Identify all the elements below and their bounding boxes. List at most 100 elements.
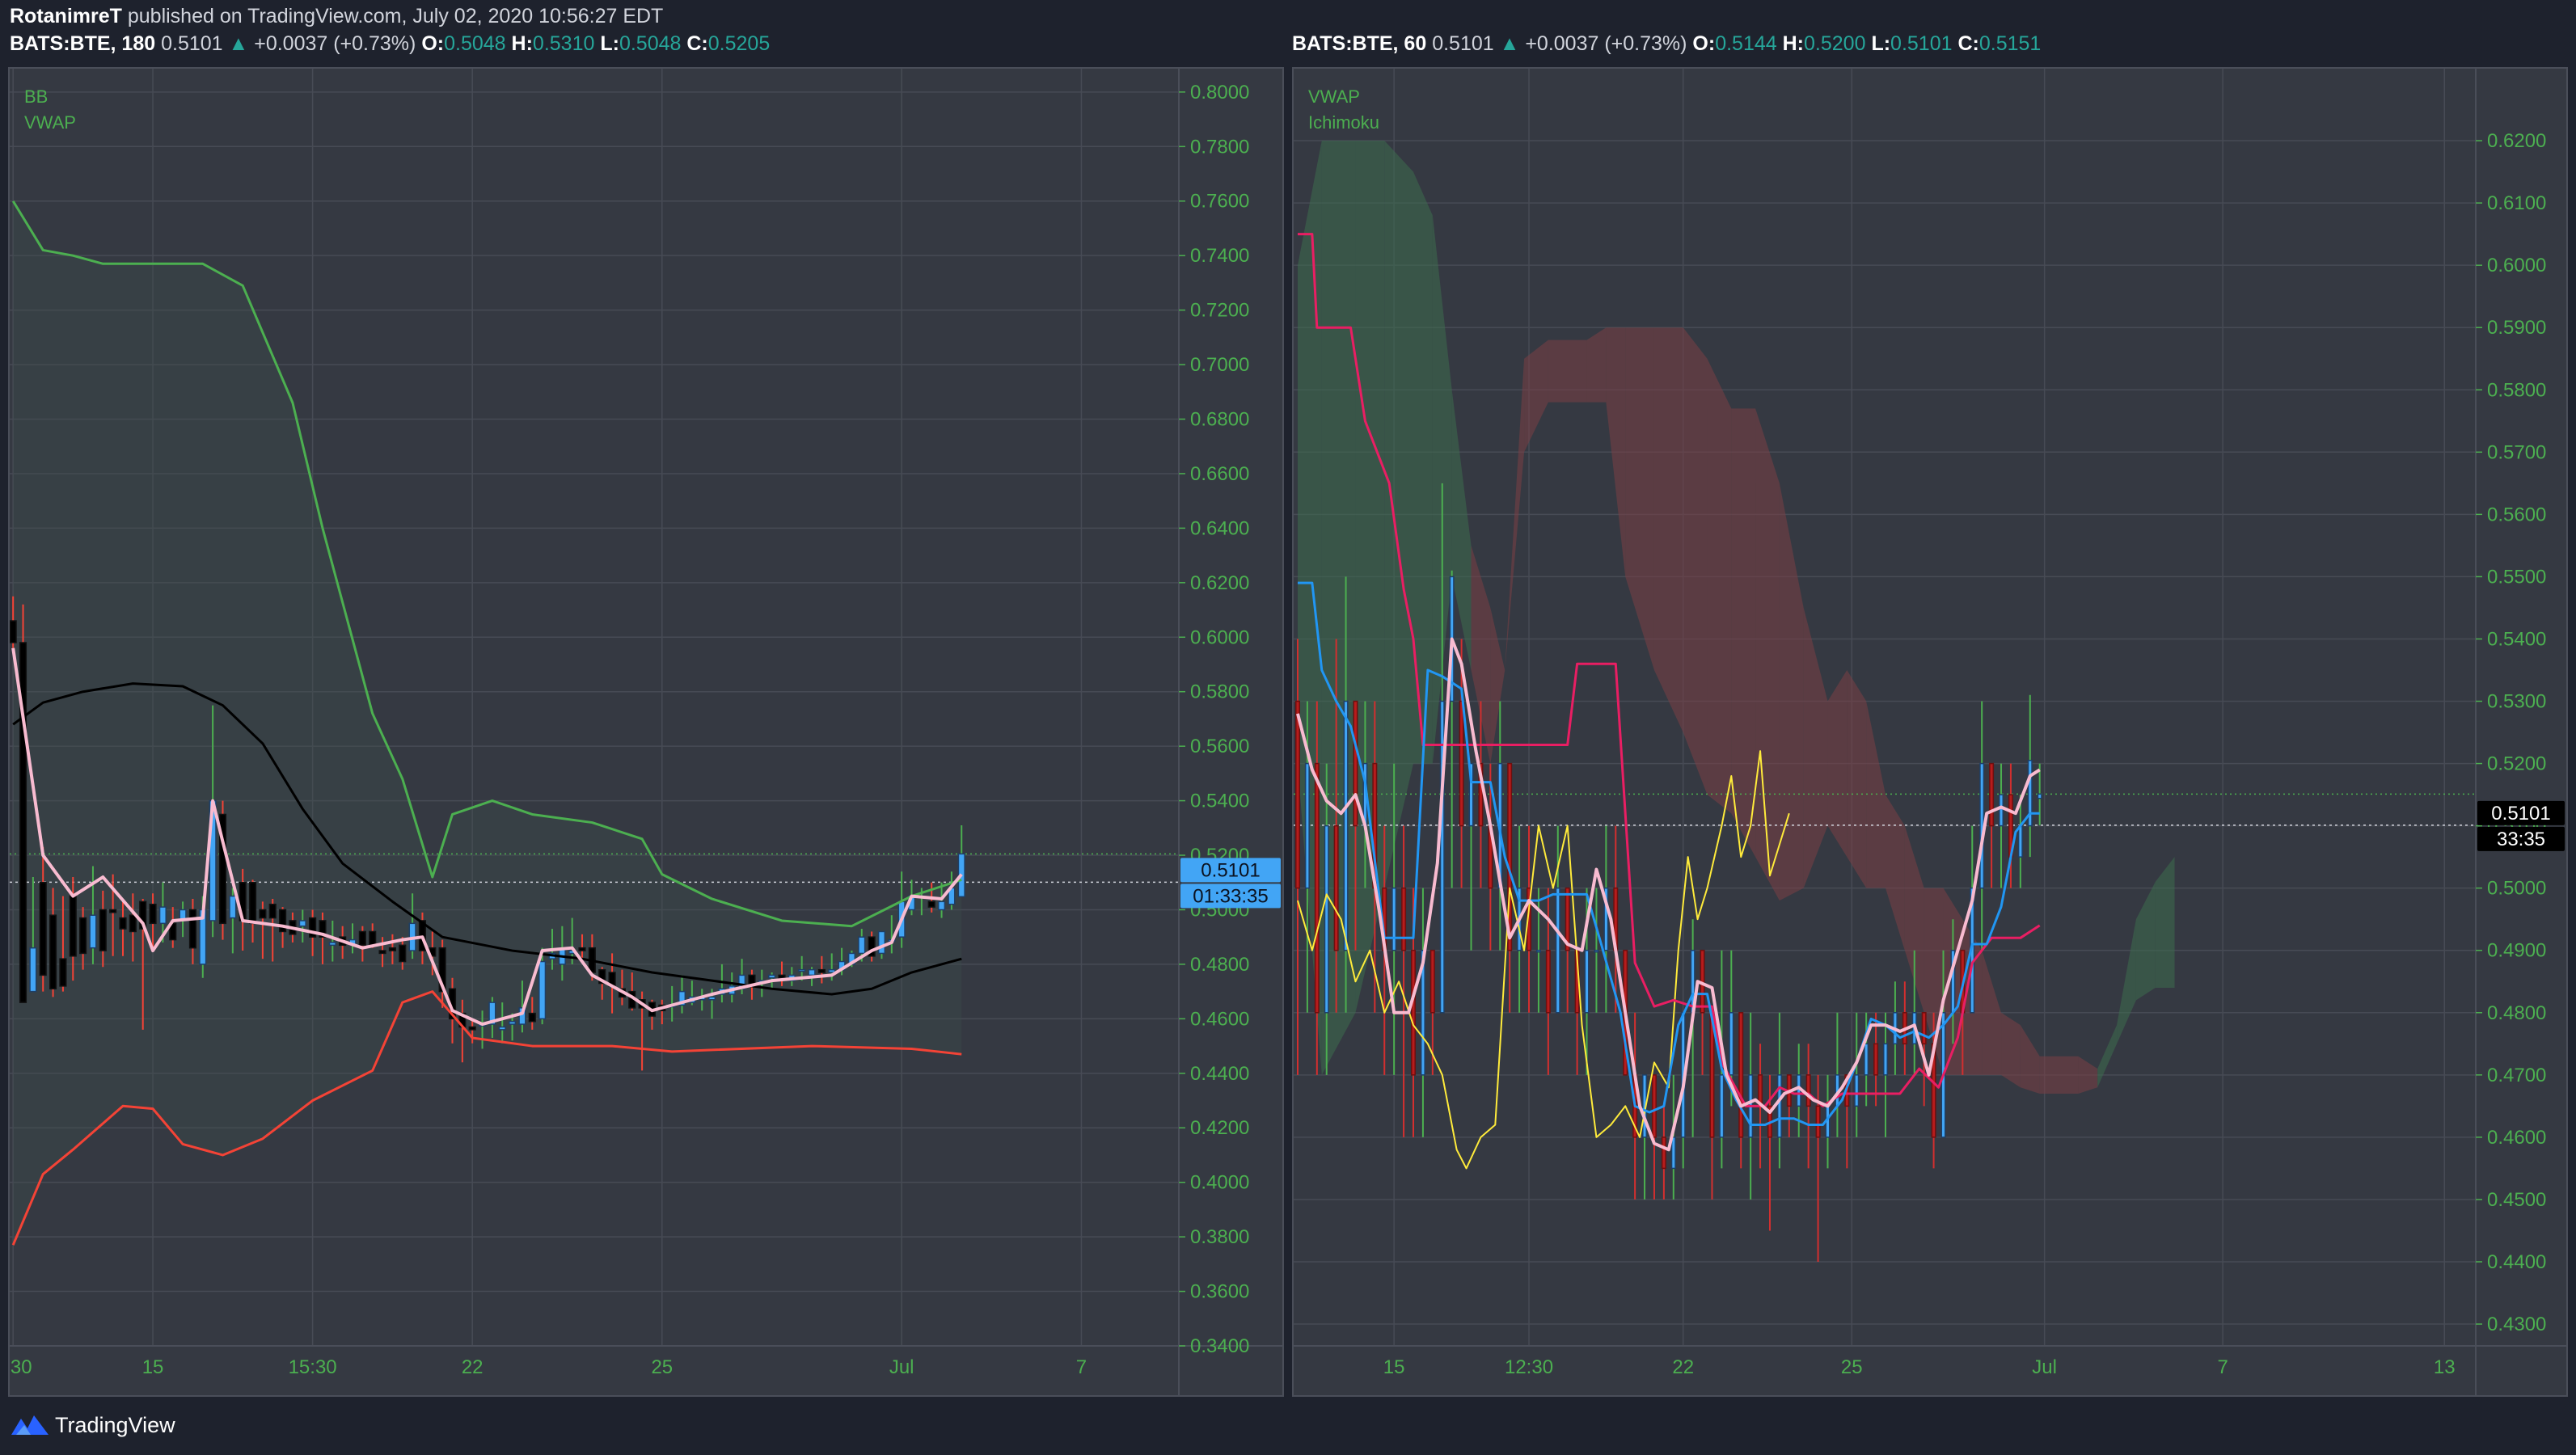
candle[interactable] <box>937 900 946 911</box>
candle[interactable] <box>1294 700 1300 889</box>
candle[interactable] <box>798 968 806 972</box>
candle[interactable] <box>707 996 716 1001</box>
candle[interactable] <box>808 968 816 976</box>
candle[interactable] <box>158 906 167 925</box>
left-chart-pane[interactable]: 0.8000 0.7800 0.7600 0.7400 0.7200 0.7000 0.68… <box>8 67 1284 1397</box>
candle[interactable] <box>1854 1074 1860 1107</box>
author-name[interactable]: RotanimreT <box>10 5 122 27</box>
time-axis-label[interactable]: Jul <box>889 1356 914 1378</box>
candle[interactable] <box>2037 793 2042 799</box>
candle[interactable] <box>778 974 786 979</box>
time-axis-label[interactable]: 7 <box>1076 1356 1087 1378</box>
candle[interactable] <box>578 947 586 951</box>
time-axis-label[interactable]: 7 <box>2217 1356 2228 1378</box>
candle[interactable] <box>99 909 107 951</box>
left-symbol[interactable]: BATS:BTE, 180 <box>10 32 155 55</box>
candle[interactable] <box>528 1012 536 1023</box>
candle[interactable] <box>538 960 547 1020</box>
candle[interactable] <box>498 1026 506 1031</box>
candle[interactable] <box>278 909 287 933</box>
candle[interactable] <box>509 1020 517 1025</box>
candle[interactable] <box>399 944 407 963</box>
candle[interactable] <box>1805 1074 1811 1107</box>
time-axis-label[interactable]: 13 <box>2434 1356 2456 1378</box>
candle[interactable] <box>369 930 377 947</box>
candle[interactable] <box>188 909 197 949</box>
candle[interactable] <box>358 930 366 947</box>
candle[interactable] <box>79 917 87 955</box>
candle[interactable] <box>1314 762 1320 1014</box>
candle[interactable] <box>1883 1043 1888 1076</box>
candle[interactable] <box>109 909 117 913</box>
candle[interactable] <box>1535 949 1541 953</box>
right-symbol[interactable]: BATS:BTE, 60 <box>1292 32 1426 55</box>
time-axis-label[interactable]: 5:30 <box>10 1356 32 1378</box>
candle[interactable] <box>1651 1074 1657 1138</box>
tradingview-logo-icon[interactable] <box>10 1411 50 1438</box>
candle[interactable] <box>1729 1012 1734 1076</box>
candle[interactable] <box>10 620 17 643</box>
candle[interactable] <box>1324 824 1329 1014</box>
right-chart-pane[interactable]: 0.6200 0.6100 0.6000 0.5900 0.5800 0.5700 0.56… <box>1292 67 2568 1397</box>
candle[interactable] <box>1343 700 1349 951</box>
candle[interactable] <box>1594 949 1599 953</box>
candle[interactable] <box>328 942 336 947</box>
candle[interactable] <box>388 947 396 951</box>
candle[interactable] <box>49 914 57 990</box>
candle[interactable] <box>149 903 157 925</box>
left-chart-canvas[interactable]: 0.8000 0.7800 0.7600 0.7400 0.7200 0.7000 0.68… <box>10 69 1282 1395</box>
candle[interactable] <box>248 882 257 925</box>
time-axis-label[interactable]: 15 <box>142 1356 164 1378</box>
indicator-label-vwap[interactable]: VWAP <box>24 112 76 133</box>
candle[interactable] <box>119 917 127 930</box>
candle[interactable] <box>229 895 237 919</box>
indicator-label-ichimoku[interactable]: Ichimoku <box>1308 112 1379 133</box>
candle[interactable] <box>1776 1074 1782 1138</box>
candle[interactable] <box>1661 1137 1666 1170</box>
candle[interactable] <box>1815 1105 1821 1138</box>
candle[interactable] <box>129 914 137 933</box>
candle[interactable] <box>298 920 306 927</box>
time-axis-label[interactable]: 25 <box>651 1356 673 1378</box>
candle[interactable] <box>858 936 866 955</box>
candle[interactable] <box>1459 700 1464 827</box>
candle[interactable] <box>59 958 67 987</box>
candle[interactable] <box>1999 794 2004 827</box>
candle[interactable] <box>1429 949 1435 1014</box>
candle[interactable] <box>259 909 267 919</box>
tradingview-brand[interactable]: TradingView <box>55 1413 175 1438</box>
candle[interactable] <box>1545 949 1551 1014</box>
candle[interactable] <box>1401 887 1407 951</box>
candle[interactable] <box>1719 1074 1725 1138</box>
candle[interactable] <box>1411 949 1416 1076</box>
candle[interactable] <box>817 968 826 973</box>
indicator-label-vwap[interactable]: VWAP <box>1308 86 1360 108</box>
candle[interactable] <box>29 947 37 993</box>
time-axis-label[interactable]: 25 <box>1841 1356 1863 1378</box>
candle[interactable] <box>378 950 386 955</box>
candle[interactable] <box>1333 824 1339 951</box>
candle[interactable] <box>1555 887 1560 1014</box>
candle[interactable] <box>2017 824 2023 858</box>
candle[interactable] <box>1873 1043 1879 1076</box>
candle[interactable] <box>877 930 886 955</box>
time-axis-label[interactable]: Jul <box>2032 1356 2057 1378</box>
candle[interactable] <box>1304 762 1310 889</box>
time-axis-label[interactable]: 15 <box>1383 1356 1405 1378</box>
candle[interactable] <box>69 895 77 957</box>
candle[interactable] <box>89 914 97 949</box>
time-axis-label[interactable]: 22 <box>462 1356 484 1378</box>
candle[interactable] <box>468 1026 476 1031</box>
candle[interactable] <box>1738 1012 1744 1138</box>
candle[interactable] <box>1391 887 1397 951</box>
right-chart-canvas[interactable]: 0.6200 0.6100 0.6000 0.5900 0.5800 0.5700 0.56… <box>1294 69 2566 1395</box>
indicator-label-bb[interactable]: BB <box>24 86 48 108</box>
candle[interactable] <box>1353 700 1358 827</box>
candle[interactable] <box>927 900 935 908</box>
time-axis-label[interactable]: 15:30 <box>289 1356 337 1378</box>
candle[interactable] <box>768 974 776 979</box>
candle[interactable] <box>268 903 277 919</box>
time-axis-label[interactable]: 22 <box>1672 1356 1694 1378</box>
candle[interactable] <box>1864 1043 1869 1076</box>
candle[interactable] <box>1989 762 1995 827</box>
